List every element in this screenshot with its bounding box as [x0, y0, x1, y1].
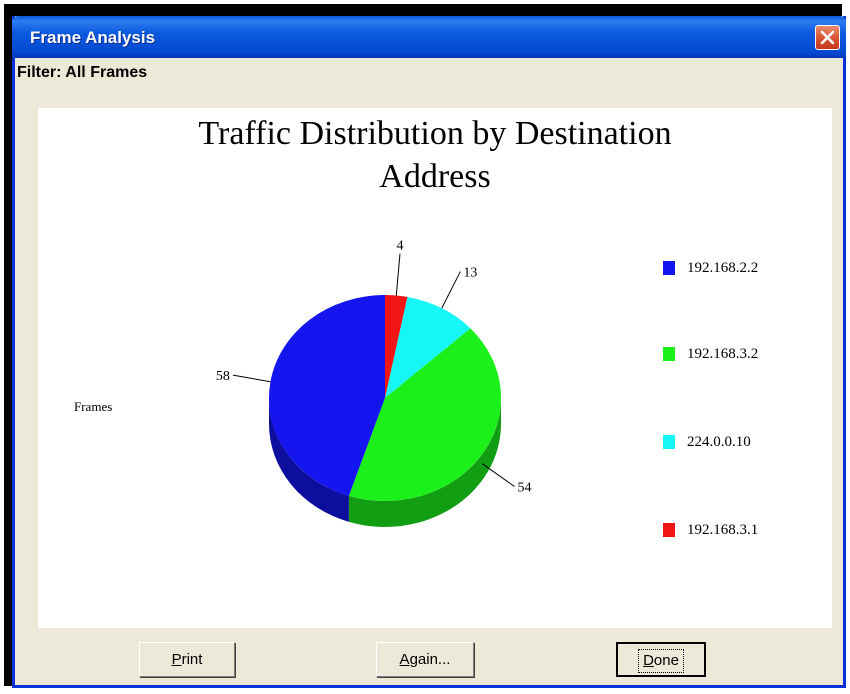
- filter-label: Filter: All Frames: [17, 64, 148, 81]
- leader-line: [232, 374, 271, 383]
- data-label: 4: [396, 239, 403, 254]
- close-icon: [820, 30, 835, 45]
- legend-label: 192.168.3.2: [687, 346, 759, 362]
- window-title: Frame Analysis: [30, 28, 156, 47]
- legend-swatch: [663, 523, 675, 537]
- again-button[interactable]: Again...: [376, 642, 474, 677]
- title-bar[interactable]: Frame Analysis: [12, 16, 846, 58]
- leader-line: [441, 271, 461, 309]
- legend-swatch: [663, 261, 675, 275]
- leader-line: [395, 253, 401, 296]
- chart-panel: Traffic Distribution by Destination Addr…: [38, 108, 832, 628]
- legend-label: 192.168.3.1: [687, 522, 759, 538]
- data-label: 54: [517, 481, 531, 496]
- again-button-label: Again...: [399, 651, 451, 668]
- done-button[interactable]: Done: [616, 642, 706, 677]
- print-button-label: Print: [171, 651, 203, 668]
- legend-label: 224.0.0.10: [687, 434, 751, 450]
- data-label: 58: [216, 369, 230, 384]
- done-button-label: Done: [638, 649, 684, 673]
- close-button[interactable]: [815, 25, 840, 50]
- legend-swatch: [663, 435, 675, 449]
- data-label: 13: [463, 266, 477, 281]
- pie-chart: 4 13 54 58: [216, 239, 531, 527]
- print-button[interactable]: Print: [139, 642, 235, 677]
- legend-label: 192.168.2.2: [687, 260, 759, 276]
- legend-swatch: [663, 347, 675, 361]
- leader-line: [482, 463, 515, 487]
